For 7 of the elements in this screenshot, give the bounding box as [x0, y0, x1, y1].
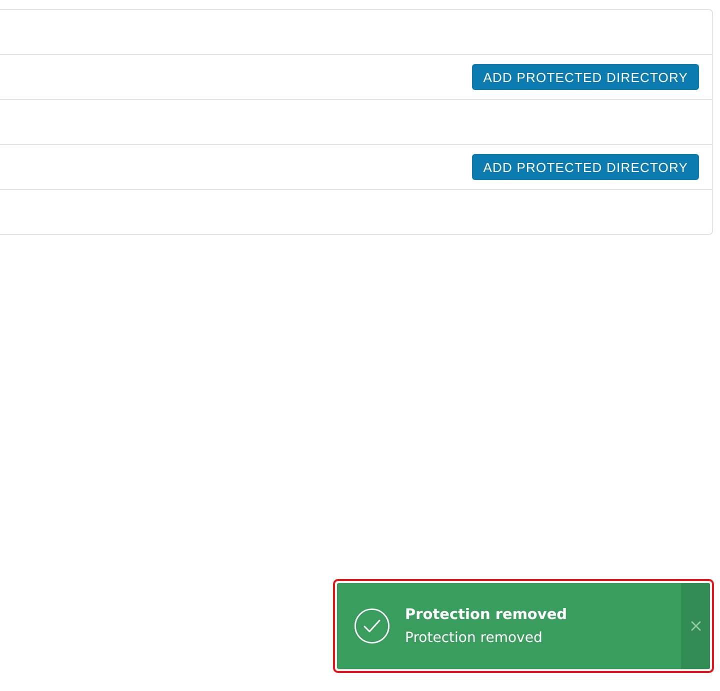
- check-circle-icon: [354, 608, 390, 644]
- add-protected-directory-button[interactable]: ADD PROTECTED DIRECTORY: [472, 154, 699, 180]
- toast-message: Protection removed: [405, 630, 544, 646]
- toast-title: Protection removed: [405, 606, 568, 622]
- add-protected-directory-button[interactable]: ADD PROTECTED DIRECTORY: [472, 64, 699, 90]
- close-icon: [690, 621, 700, 631]
- close-button[interactable]: [681, 583, 710, 669]
